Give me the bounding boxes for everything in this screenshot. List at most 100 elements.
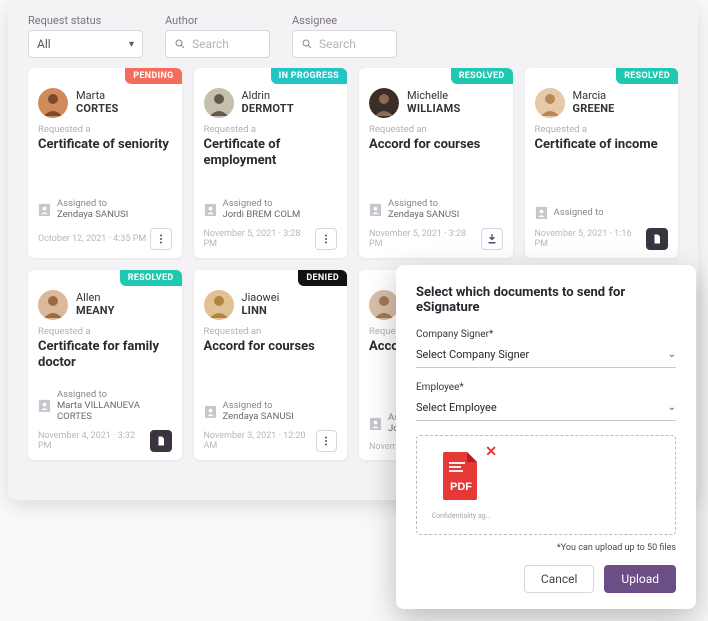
requester-name: MartaCORTES	[76, 90, 118, 115]
requester-name: AllenMEANY	[76, 292, 115, 317]
status-badge: RESOLVED	[616, 68, 678, 84]
timestamp: November 5, 2021 · 3:28 PM	[204, 229, 316, 249]
svg-text:PDF: PDF	[450, 481, 472, 493]
company-signer-label: Company Signer*	[416, 329, 676, 340]
requester: MartaCORTES	[38, 88, 172, 118]
employee-select[interactable]: Select Employee ⌄	[416, 397, 676, 421]
avatar	[369, 290, 399, 320]
assignee-name: Zendaya SANUSI	[388, 209, 459, 220]
card-footer: November 5, 2021 · 3:28 PM	[204, 228, 338, 250]
status-badge: IN PROGRESS	[271, 68, 347, 84]
card-footer: November 5, 2021 · 1:16 PM	[535, 228, 669, 250]
requested-label: Requested an	[204, 326, 338, 337]
request-card[interactable]: RESOLVEDMarciaGREENE Requested a Certifica…	[525, 68, 679, 258]
assigned-to: Assigned toMarta VILLANUEVA CORTES	[38, 389, 172, 422]
requester: MarciaGREENE	[535, 88, 669, 118]
more-options-button[interactable]	[150, 228, 172, 250]
cancel-button[interactable]: Cancel	[524, 565, 595, 593]
requester: AllenMEANY	[38, 290, 172, 320]
filter-status: Request status All ▾	[28, 14, 143, 58]
upload-dropzone[interactable]: ✕ PDF Confidentiality ag…	[416, 435, 676, 535]
upload-hint: *You can upload up to 50 files	[416, 543, 676, 553]
avatar	[38, 290, 68, 320]
filters-row: Request status All ▾ Author Search Assig…	[28, 14, 678, 58]
chevron-down-icon: ⌄	[668, 402, 676, 413]
pdf-icon: PDF	[439, 450, 483, 502]
author-placeholder: Search	[192, 37, 229, 51]
status-select[interactable]: All ▾	[28, 30, 143, 58]
requested-label: Requested an	[369, 124, 503, 135]
request-title: Accord for courses	[204, 339, 338, 355]
request-card[interactable]: RESOLVEDAllenMEANYRequested aCertificate…	[28, 270, 182, 460]
assignee-search-input[interactable]: Search	[292, 30, 397, 58]
avatar	[535, 88, 565, 118]
assigned-to-label: Assigned to	[554, 207, 604, 218]
requester: AldrinDERMOTT	[204, 88, 338, 118]
download-button[interactable]	[481, 228, 503, 250]
timestamp: November 3, 2021 · 12:20 AM	[204, 431, 316, 451]
esignature-modal: Select which documents to send for eSign…	[396, 265, 696, 609]
status-select-value: All	[37, 37, 51, 51]
request-title: Certificate of income	[535, 137, 669, 153]
timestamp: November 4, 2021 · 3:32 PM	[38, 431, 150, 451]
modal-actions: Cancel Upload	[416, 565, 676, 593]
chevron-down-icon: ▾	[129, 39, 134, 50]
employee-label: Employee*	[416, 382, 676, 393]
timestamp: October 12, 2021 · 4:35 PM	[38, 234, 146, 244]
uploaded-file: ✕ PDF Confidentiality ag…	[431, 450, 491, 520]
requester-name: JiaoweiLINN	[242, 292, 280, 317]
upload-button[interactable]: Upload	[604, 565, 676, 593]
assigned-to-label: Assigned to	[388, 198, 459, 209]
author-search-input[interactable]: Search	[165, 30, 270, 58]
request-card[interactable]: RESOLVED MichelleWILLIAMS Requested an Acco…	[359, 68, 513, 258]
status-badge: RESOLVED	[120, 270, 182, 286]
assigned-to: Assigned toZendaya SANUSI	[204, 400, 338, 422]
requested-label: Requested a	[535, 124, 669, 135]
status-badge: PENDING	[125, 68, 181, 84]
requested-label: Requested a	[38, 124, 172, 135]
more-options-button[interactable]	[316, 430, 337, 452]
requester: MichelleWILLIAMS	[369, 88, 503, 118]
document-button[interactable]	[150, 430, 172, 452]
more-options-button[interactable]	[315, 228, 337, 250]
avatar	[204, 290, 234, 320]
request-card[interactable]: DENIED JiaoweiLINN Requested an Accord for …	[194, 270, 348, 460]
search-icon	[174, 38, 186, 50]
assignee-name: Jordi BREM COLM	[223, 209, 301, 220]
timestamp: November 5, 2021 · 1:16 PM	[535, 229, 647, 249]
assigned-to-label: Assigned to	[57, 198, 128, 209]
avatar	[204, 88, 234, 118]
document-button[interactable]	[646, 228, 668, 250]
status-badge: DENIED	[298, 270, 347, 286]
requester-name: AldrinDERMOTT	[242, 90, 294, 115]
assigned-to: Assigned toZendaya SANUSI	[38, 198, 172, 220]
company-signer-select[interactable]: Select Company Signer ⌄	[416, 344, 676, 368]
assignee-name: Zendaya SANUSI	[57, 209, 128, 220]
timestamp: November 5, 2021 · 3:28 PM	[369, 229, 481, 249]
remove-file-icon[interactable]: ✕	[485, 444, 497, 460]
request-card[interactable]: IN PROGRESS AldrinDERMOTT Requested a Certi…	[194, 68, 348, 258]
requested-label: Requested a	[204, 124, 338, 135]
requester: JiaoweiLINN	[204, 290, 338, 320]
card-footer: November 3, 2021 · 12:20 AM	[204, 430, 338, 452]
card-footer: November 5, 2021 · 3:28 PM	[369, 228, 503, 250]
request-title: Certificate of employment	[204, 137, 338, 168]
filter-author-label: Author	[165, 14, 270, 27]
request-title: Accord for courses	[369, 137, 503, 153]
assigned-to-label: Assigned to	[57, 389, 172, 400]
request-title: Certificate of seniority	[38, 137, 172, 153]
search-icon	[301, 38, 313, 50]
requester-name: MarciaGREENE	[573, 90, 615, 115]
chevron-down-icon: ⌄	[668, 349, 676, 360]
assigned-to: Assigned to	[535, 205, 669, 220]
company-signer-value: Select Company Signer	[416, 348, 529, 361]
requester-name: MichelleWILLIAMS	[407, 90, 460, 115]
avatar	[369, 88, 399, 118]
request-card[interactable]: PENDING MartaCORTES Requested a Certificate…	[28, 68, 182, 258]
employee-value: Select Employee	[416, 401, 497, 414]
card-footer: November 4, 2021 · 3:32 PM	[38, 430, 172, 452]
filter-assignee: Assignee Search	[292, 14, 397, 58]
status-badge: RESOLVED	[451, 68, 513, 84]
assigned-to: Assigned toZendaya SANUSI	[369, 198, 503, 220]
request-title: Certificate for family doctor	[38, 339, 172, 370]
